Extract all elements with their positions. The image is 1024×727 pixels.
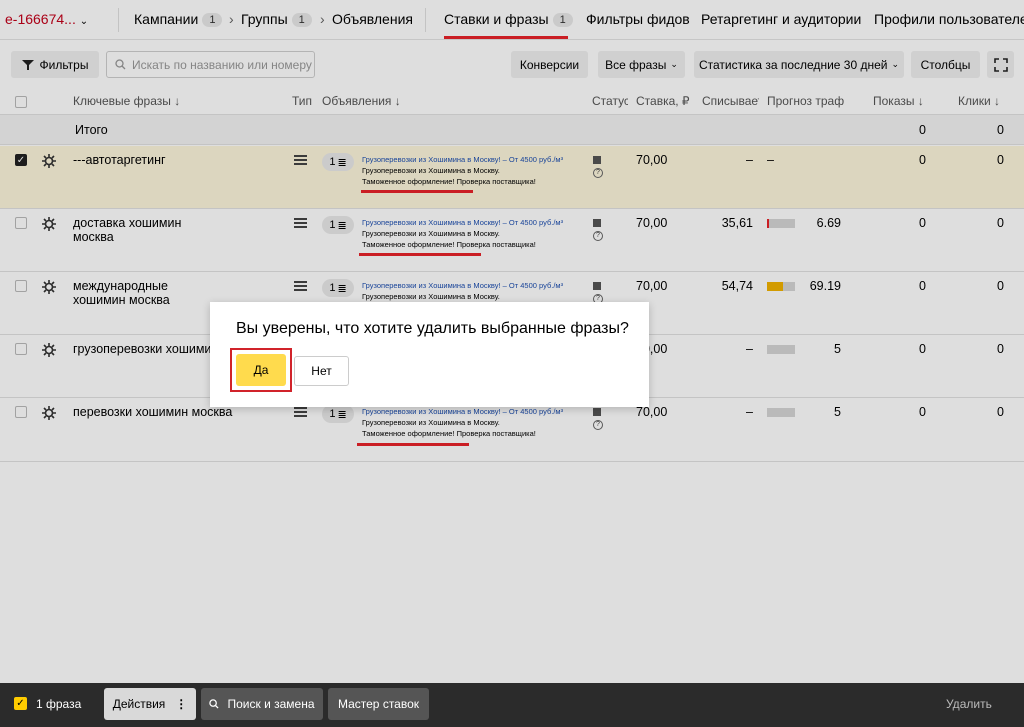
search-replace-label: Поиск и замена [227,697,315,711]
delete-button[interactable]: Удалить [946,697,992,711]
bid-wizard-button[interactable]: Мастер ставок [328,688,429,720]
bulk-checkbox[interactable]: ✓ [14,697,27,710]
selected-count: 1 фраза [36,697,82,711]
bottom-action-bar: ✓ 1 фраза Действия ⋮ Поиск и замена Масте… [0,683,1024,727]
highlight-box: Да [230,348,292,392]
actions-button[interactable]: Действия ⋮ [104,688,196,720]
search-icon [209,699,220,709]
search-replace-button[interactable]: Поиск и замена [201,688,323,720]
yes-button[interactable]: Да [236,354,286,386]
more-vertical-icon: ⋮ [175,697,188,711]
app: e-166674... ⌄ Кампании 1 › Группы 1 › Объя… [0,0,1024,727]
actions-label: Действия [112,697,166,711]
confirm-delete-dialog: Вы уверены, что хотите удалить выбранные… [210,302,649,407]
dialog-question: Вы уверены, что хотите удалить выбранные… [236,320,629,337]
no-button[interactable]: Нет [294,356,349,386]
